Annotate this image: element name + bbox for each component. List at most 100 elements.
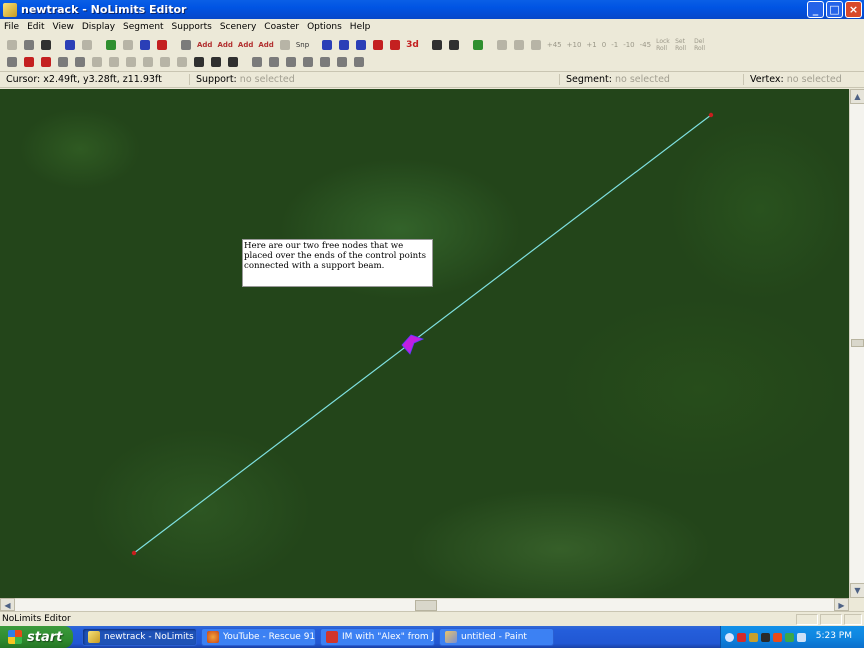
free-node-bottom[interactable] xyxy=(131,550,137,556)
test-coaster-icon[interactable] xyxy=(103,38,119,52)
station-icon[interactable] xyxy=(387,38,403,52)
plank-yellow-icon[interactable] xyxy=(208,55,224,69)
roll-plus10-button[interactable]: +10 xyxy=(565,38,584,52)
vertical-scroll-thumb[interactable] xyxy=(851,339,864,347)
beam-blue-icon[interactable] xyxy=(38,55,54,69)
window-title: newtrack - NoLimits Editor xyxy=(21,3,187,16)
menu-view[interactable]: View xyxy=(49,22,78,32)
eraser-icon[interactable] xyxy=(4,55,20,69)
tray-flag-icon[interactable] xyxy=(737,632,746,642)
start-button[interactable]: start xyxy=(0,626,73,648)
support-beam[interactable] xyxy=(133,114,712,554)
clock[interactable]: 5:23 PM xyxy=(816,631,852,641)
add-vertex-button[interactable]: Add xyxy=(215,38,234,52)
tray-arrow-icon[interactable] xyxy=(725,632,734,642)
pencil-double-icon[interactable] xyxy=(72,55,88,69)
cylinder-icon[interactable] xyxy=(123,55,139,69)
tray-network-icon[interactable] xyxy=(785,632,794,642)
scroll-right-arrow-icon[interactable]: ▶ xyxy=(834,598,849,611)
task-im[interactable]: IM with "Alex" from J... xyxy=(320,628,435,646)
pencil-icon[interactable] xyxy=(55,55,71,69)
roll-minus1-button[interactable]: -1 xyxy=(609,38,620,52)
scroll-down-arrow-icon[interactable]: ▼ xyxy=(850,583,864,598)
nolimits-app-icon xyxy=(3,2,17,17)
free-node-top[interactable] xyxy=(708,112,714,118)
valley-icon[interactable] xyxy=(353,38,369,52)
menu-file[interactable]: File xyxy=(0,22,23,32)
add-segment-button[interactable]: Add xyxy=(195,38,214,52)
menu-scenery[interactable]: Scenery xyxy=(216,22,260,32)
task-paint[interactable]: untitled - Paint xyxy=(439,628,554,646)
cylinder-large-icon[interactable] xyxy=(140,55,156,69)
beam-red-icon[interactable] xyxy=(21,55,37,69)
scroll-up-arrow-icon[interactable]: ▲ xyxy=(850,89,864,104)
tray-color-icon[interactable] xyxy=(773,632,782,642)
roll-plus1-button[interactable]: +1 xyxy=(584,38,598,52)
selection-marker[interactable] xyxy=(401,334,425,355)
new-file-icon[interactable] xyxy=(4,38,20,52)
zoom-out-icon[interactable] xyxy=(446,38,462,52)
tray-aim-icon[interactable] xyxy=(749,632,758,642)
horizontal-scroll-thumb[interactable] xyxy=(415,600,437,611)
footer-d-icon[interactable] xyxy=(300,55,316,69)
zoom-in-icon[interactable] xyxy=(429,38,445,52)
grid-icon[interactable] xyxy=(319,38,335,52)
settings-icon[interactable] xyxy=(154,38,170,52)
undo-icon[interactable] xyxy=(62,38,78,52)
barrel-icon[interactable] xyxy=(157,55,173,69)
editor-viewport[interactable]: Here are our two free nodes that we plac… xyxy=(0,89,849,598)
add-node-button[interactable]: Add xyxy=(256,38,275,52)
del-roll-button[interactable]: Del Roll xyxy=(692,38,710,52)
select-pointer-icon[interactable] xyxy=(178,38,194,52)
open-file-icon[interactable] xyxy=(21,38,37,52)
wave-icon[interactable] xyxy=(336,38,352,52)
triangle-tool-icon[interactable] xyxy=(137,38,153,52)
barrel-large-icon[interactable] xyxy=(174,55,190,69)
tube-icon[interactable] xyxy=(89,55,105,69)
maximize-button[interactable]: □ xyxy=(826,1,843,18)
footer-e-icon[interactable] xyxy=(317,55,333,69)
menu-edit[interactable]: Edit xyxy=(23,22,48,32)
menu-display[interactable]: Display xyxy=(78,22,119,32)
menu-coaster[interactable]: Coaster xyxy=(260,22,303,32)
roll-minus10-button[interactable]: -10 xyxy=(621,38,636,52)
roll-minus45-button[interactable]: -45 xyxy=(638,38,653,52)
save-icon[interactable] xyxy=(38,38,54,52)
panel-icon[interactable] xyxy=(494,38,510,52)
menu-options[interactable]: Options xyxy=(303,22,346,32)
footer-g-icon[interactable] xyxy=(351,55,367,69)
terrain-icon[interactable] xyxy=(470,38,486,52)
capsule-icon[interactable] xyxy=(106,55,122,69)
roll-plus45-button[interactable]: +45 xyxy=(545,38,564,52)
footer-icon[interactable] xyxy=(277,38,293,52)
plank-icon[interactable] xyxy=(191,55,207,69)
scroll-left-arrow-icon[interactable]: ◀ xyxy=(0,598,15,611)
footer-b-icon[interactable] xyxy=(266,55,282,69)
footer-a-icon[interactable] xyxy=(249,55,265,69)
lock-roll-button[interactable]: Lock Roll xyxy=(654,38,672,52)
train-icon[interactable] xyxy=(370,38,386,52)
task-nolimits[interactable]: newtrack - NoLimits E... xyxy=(82,628,197,646)
footer-c-icon[interactable] xyxy=(283,55,299,69)
align-icon[interactable] xyxy=(528,38,544,52)
horizontal-scrollbar[interactable]: ◀ ▶ xyxy=(0,598,849,611)
task-youtube[interactable]: YouTube - Rescue 91... xyxy=(201,628,316,646)
menu-help[interactable]: Help xyxy=(346,22,375,32)
menu-supports[interactable]: Supports xyxy=(168,22,216,32)
tray-speaker-icon[interactable] xyxy=(797,632,806,642)
close-button[interactable]: × xyxy=(845,1,862,18)
tray-app-icon[interactable] xyxy=(761,632,770,642)
set-roll-button[interactable]: Set Roll xyxy=(673,38,691,52)
snap-button[interactable]: Snp xyxy=(294,38,311,52)
minimize-button[interactable]: _ xyxy=(807,1,824,18)
add-support-button[interactable]: Add xyxy=(236,38,255,52)
panel-gray-icon[interactable] xyxy=(511,38,527,52)
menu-segment[interactable]: Segment xyxy=(119,22,168,32)
diagonal-beam-icon[interactable] xyxy=(225,55,241,69)
view-icon[interactable] xyxy=(120,38,136,52)
roll-zero-button[interactable]: 0 xyxy=(600,38,608,52)
3d-view-button[interactable]: 3d xyxy=(404,38,421,52)
footer-f-icon[interactable] xyxy=(334,55,350,69)
redo-icon[interactable] xyxy=(79,38,95,52)
vertical-scrollbar[interactable]: ▲ ▼ xyxy=(849,89,864,598)
